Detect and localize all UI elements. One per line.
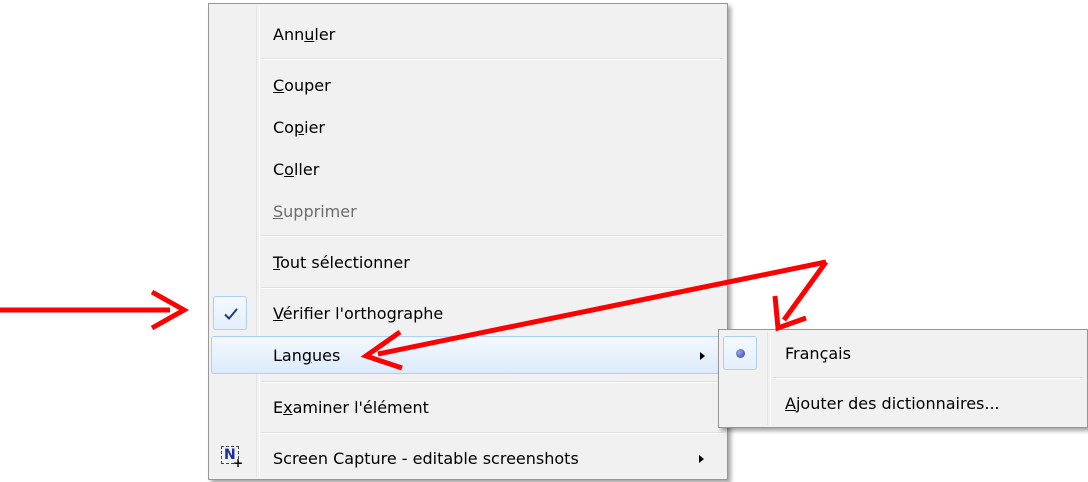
submenu-item-label: Ajouter des dictionnaires... [785,394,1000,413]
menu-separator [261,381,723,383]
menu-item-copier[interactable]: Copier [211,108,725,148]
menu-separator [261,287,723,289]
annotation-arrow-to-francais [772,260,829,332]
radio-box [723,336,757,370]
menu-item-label: Copier [273,118,325,137]
menu-item-label: Coller [273,160,320,179]
menu-item-coller[interactable]: Coller [211,150,725,190]
menu-item-screen-capture[interactable]: N + Screen Capture - editable screenshot… [211,439,725,479]
menu-item-annuler[interactable]: Annuler [211,15,725,55]
menu-item-label: Couper [273,76,331,95]
submenu-arrow-icon [699,455,704,463]
menu-separator [261,432,723,434]
screen-capture-icon-plus: + [232,456,243,470]
menu-separator [261,235,723,237]
menu-item-examiner-element[interactable]: Examiner l'élément [211,388,725,428]
menu-separator [261,58,723,60]
menu-item-label: Vérifier l'orthographe [273,304,444,323]
submenu-arrow-icon [700,352,705,360]
submenu-item-francais[interactable]: Français [721,334,1085,374]
menu-item-label: Tout sélectionner [273,253,410,272]
menu-item-tout-selectionner[interactable]: Tout sélectionner [211,243,725,283]
language-submenu: Français Ajouter des dictionnaires... [718,329,1088,428]
menu-item-supprimer[interactable]: Supprimer [211,192,725,232]
menu-item-label: Screen Capture - editable screenshots [273,449,579,468]
submenu-item-ajouter-dictionnaires[interactable]: Ajouter des dictionnaires... [721,384,1085,424]
radio-dot-icon [736,349,745,358]
checkmark-box [213,296,247,330]
screen-capture-icon: N + [221,446,243,470]
menu-item-verifier-orthographe[interactable]: Vérifier l'orthographe [211,294,725,334]
submenu-separator [773,377,1083,379]
annotation-arrow-left [0,289,190,331]
menu-item-langues[interactable]: Langues [211,336,725,374]
menu-item-couper[interactable]: Couper [211,66,725,106]
context-menu: Annuler Couper Copier Coller Supprimer T… [208,3,728,480]
menu-item-label: Langues [273,346,341,365]
submenu-item-label: Français [785,344,851,363]
menu-item-label: Examiner l'élément [273,398,429,417]
menu-item-label: Supprimer [273,202,357,221]
menu-item-label: Annuler [273,25,336,44]
checkmark-icon [224,308,238,320]
screenshot-stage: Annuler Couper Copier Coller Supprimer T… [0,0,1088,482]
